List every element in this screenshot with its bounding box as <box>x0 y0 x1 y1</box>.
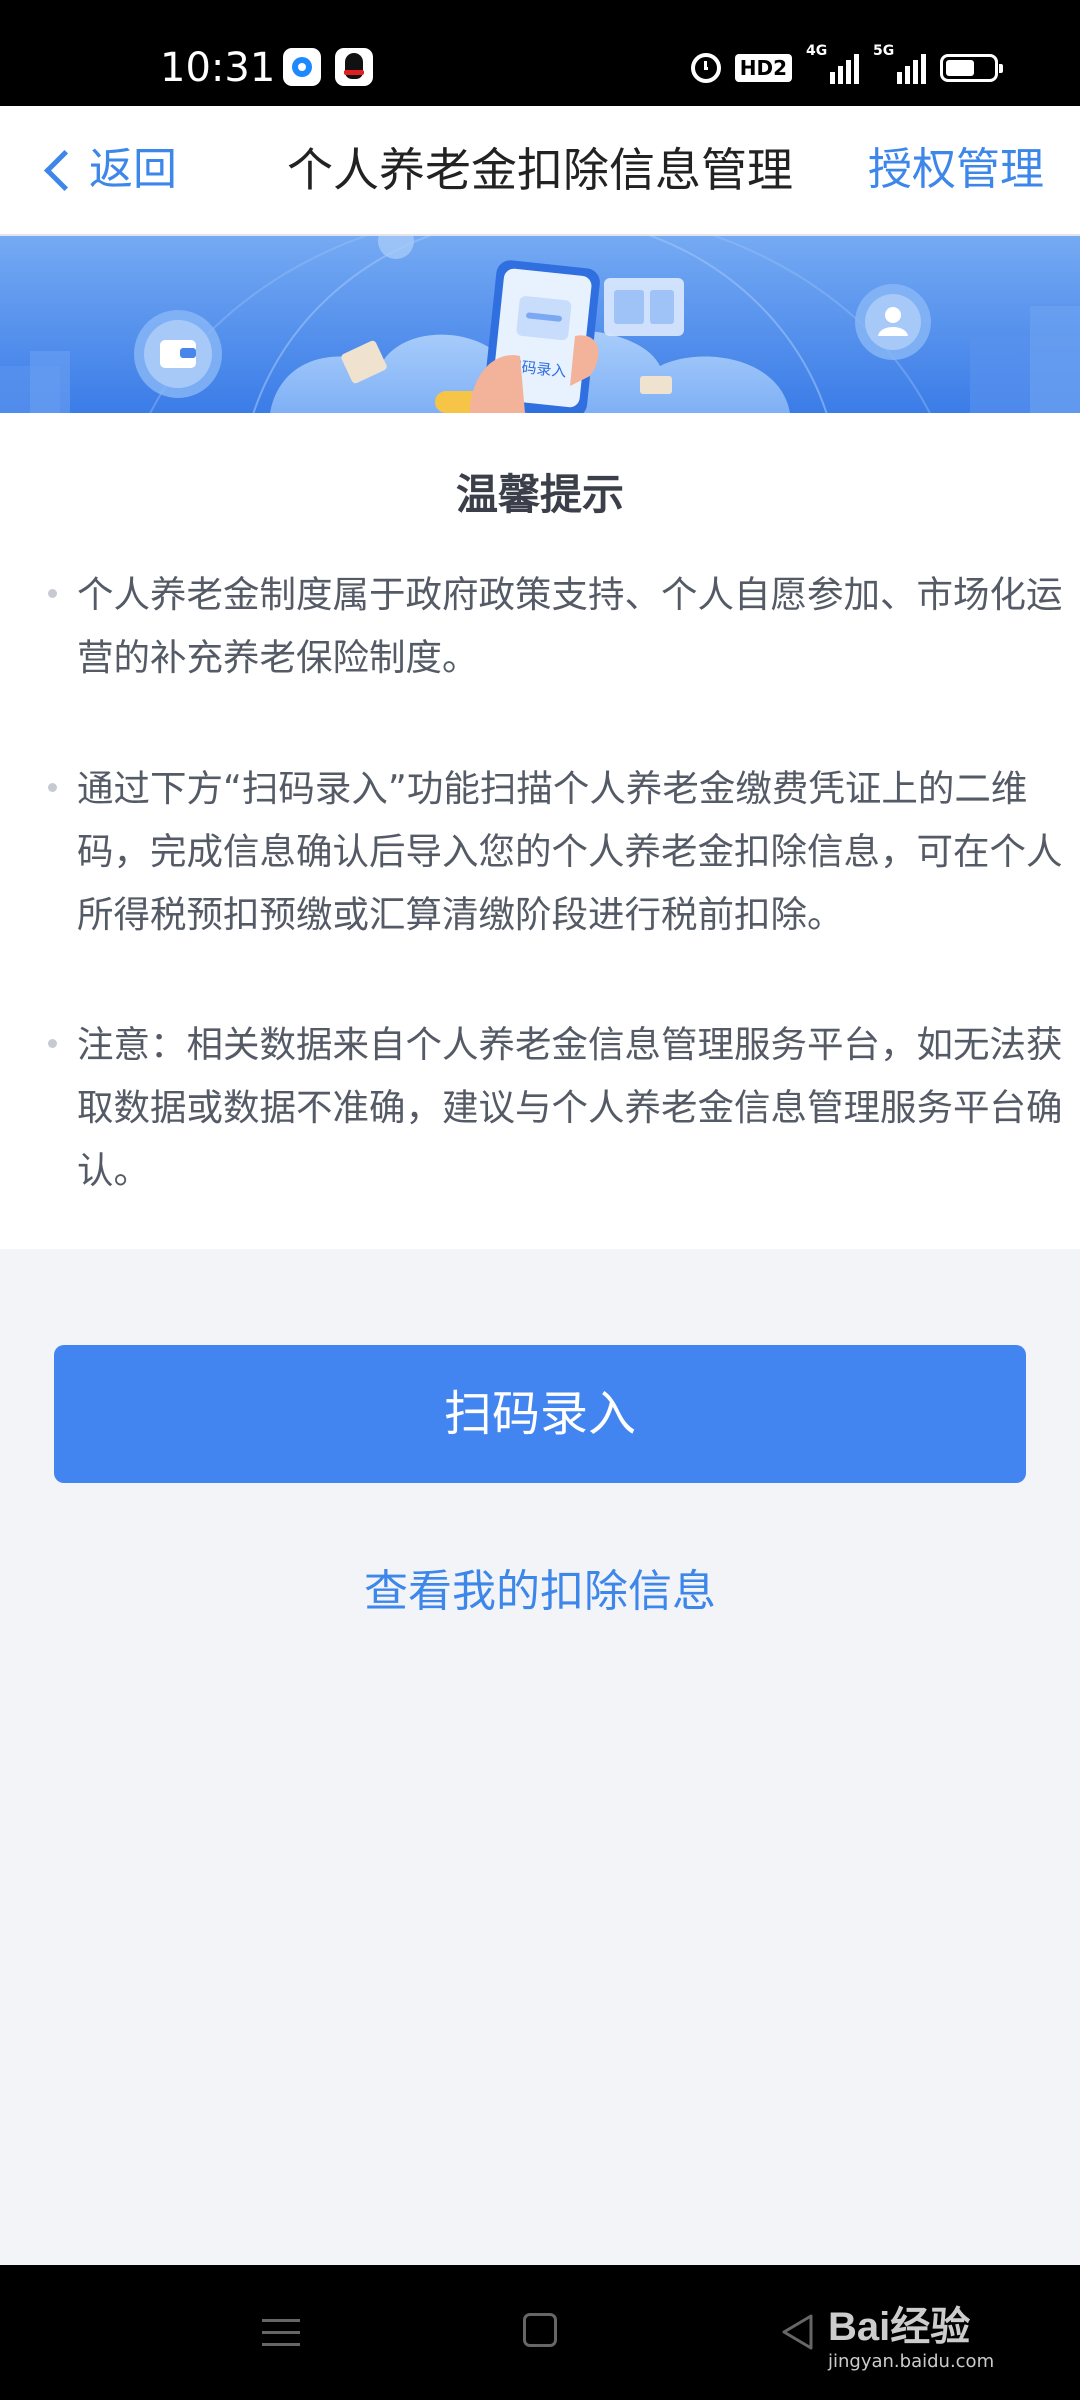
bullet-dot <box>48 589 57 598</box>
bullet-dot <box>48 783 57 792</box>
signal-type-label: 5G <box>873 43 895 59</box>
home-icon[interactable] <box>523 2313 557 2347</box>
browser-app-icon <box>283 48 321 86</box>
tips-panel: 温馨提示 个人养老金制度属于政府政策支持、个人自愿参加、市场化运营的补充养老保险… <box>0 413 1080 1249</box>
back-triangle-icon[interactable] <box>780 2313 814 2355</box>
authorization-management-button[interactable]: 授权管理 <box>868 140 1044 200</box>
bullet-dot <box>48 1039 57 1048</box>
status-bar: 10:31 HD2 4G 5G <box>0 0 1080 106</box>
qq-app-icon <box>335 48 373 86</box>
alarm-icon <box>690 53 721 83</box>
status-time: 10:31 <box>160 45 276 91</box>
signal-icon: 5G <box>873 44 926 84</box>
menu-icon[interactable] <box>262 2315 300 2349</box>
watermark-brand: Bai经验 <box>828 2305 971 2349</box>
battery-icon <box>940 54 1003 82</box>
tip-text: 通过下方“扫码录入”功能扫描个人养老金缴费凭证上的二维码，完成信息确认后导入您的… <box>77 767 1063 936</box>
tip-text: 个人养老金制度属于政府政策支持、个人自愿参加、市场化运营的补充养老保险制度。 <box>77 573 1063 679</box>
baidu-jingyan-watermark: Bai经验 jingyan.baidu.com <box>828 2305 994 2373</box>
nav-bar: 返回 个人养老金扣除信息管理 授权管理 <box>0 106 1080 236</box>
view-deduction-info-link[interactable]: 查看我的扣除信息 <box>0 1562 1080 1622</box>
banner-illustration: 扫码录入 <box>0 236 1080 413</box>
status-icons: HD2 4G 5G <box>690 44 1003 88</box>
signal-icon: 4G <box>806 44 859 84</box>
watermark-url: jingyan.baidu.com <box>828 2351 995 2372</box>
tips-title: 温馨提示 <box>455 470 624 519</box>
system-nav-bar: Bai经验 jingyan.baidu.com <box>0 2265 1080 2400</box>
hd-voice-icon: HD2 <box>734 54 792 82</box>
scan-entry-button[interactable]: 扫码录入 <box>54 1345 1026 1483</box>
tip-text: 注意：相关数据来自个人养老金信息管理服务平台，如无法获取数据或数据不准确，建议与… <box>77 1023 1063 1192</box>
signal-type-label: 4G <box>806 43 828 59</box>
